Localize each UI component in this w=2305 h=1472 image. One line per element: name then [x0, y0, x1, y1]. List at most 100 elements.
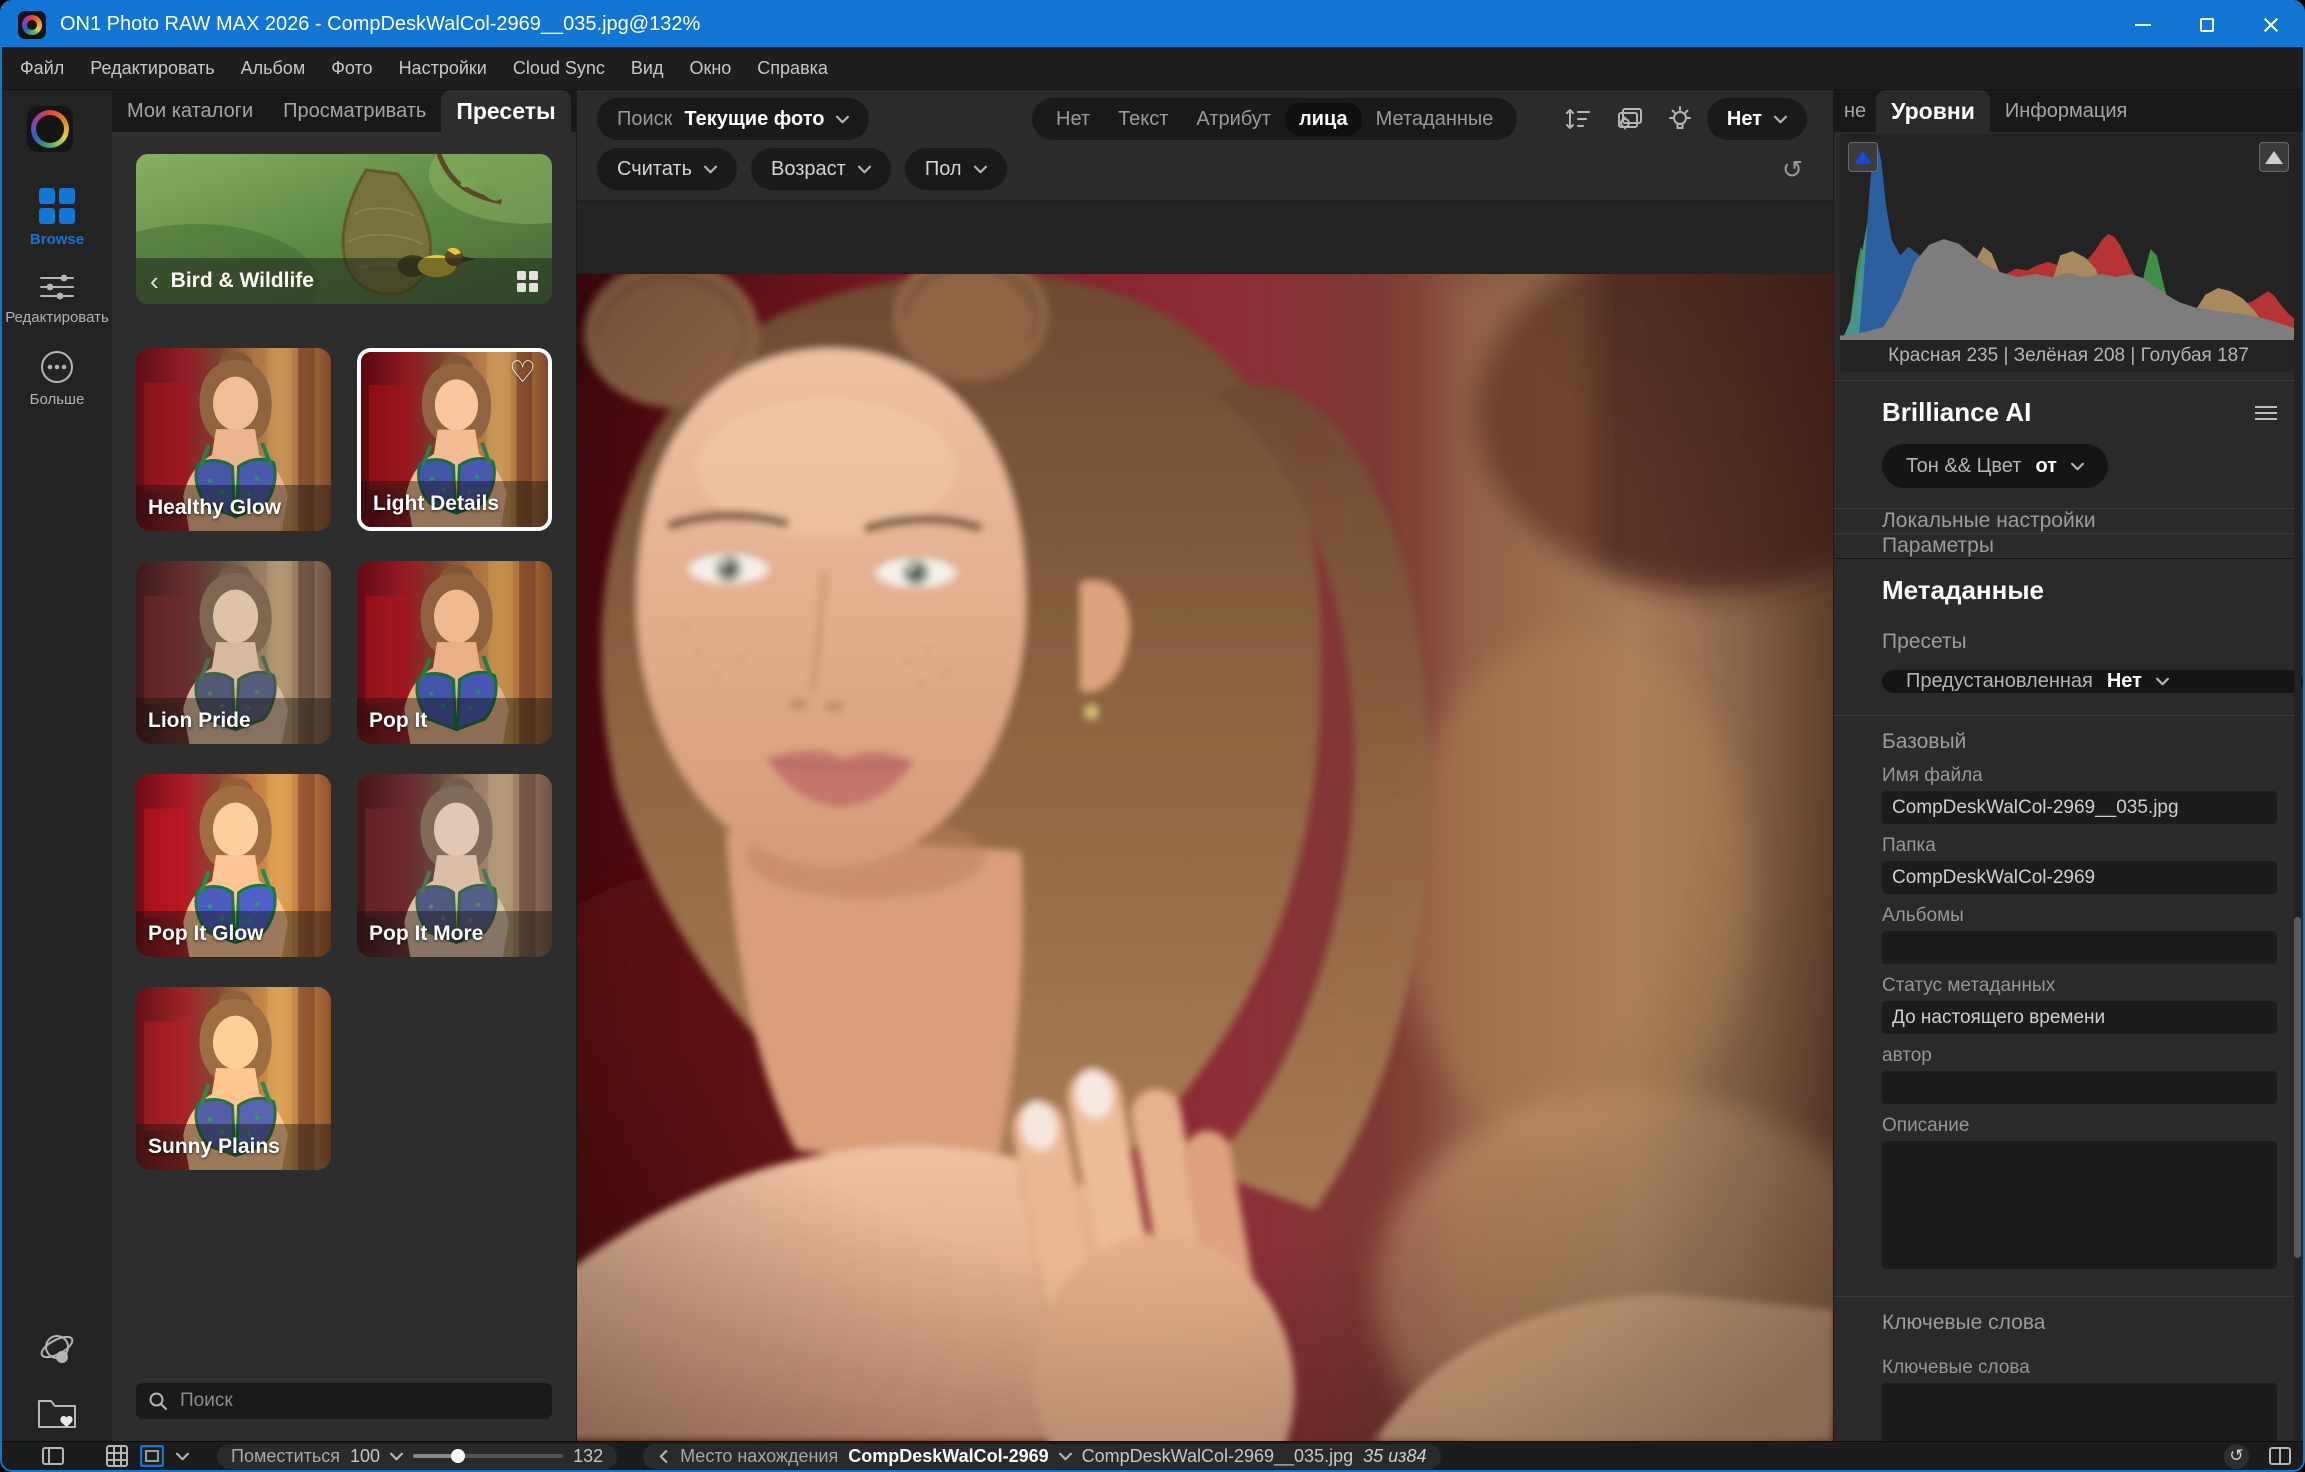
- preset-card-light-details[interactable]: ♡ Light Details: [357, 348, 552, 531]
- tab-truncated[interactable]: не: [1834, 90, 1876, 132]
- sidebar-item-label: Редактировать: [5, 309, 109, 326]
- preset-category-banner[interactable]: ‹ Bird & Wildlife: [136, 154, 552, 304]
- filter-text[interactable]: Текст: [1104, 103, 1182, 136]
- faces-gender-dropdown[interactable]: Пол: [905, 148, 1007, 190]
- window-title: ON1 Photo RAW MAX 2026 - CompDeskWalCol-…: [60, 13, 700, 36]
- filter-attribute[interactable]: Атрибут: [1182, 103, 1285, 136]
- author-input[interactable]: [1882, 1071, 2277, 1104]
- sidebar-item-label: Больше: [30, 391, 85, 408]
- right-panel-tabs: не Уровни Информация: [1834, 90, 2303, 132]
- reset-filters-icon[interactable]: ↺: [1782, 157, 1803, 182]
- shadow-clipping-button[interactable]: [1848, 142, 1878, 172]
- scrollbar-thumb[interactable]: [2294, 917, 2301, 1257]
- batch-settings-icon[interactable]: [1615, 107, 1643, 131]
- field-label: Папка: [1882, 835, 2277, 857]
- metadata-preset-dropdown[interactable]: Предустановленная Нет: [1882, 670, 2303, 693]
- highlight-clipping-button[interactable]: [2259, 142, 2289, 172]
- photo-canvas[interactable]: [577, 201, 1833, 1441]
- heart-icon[interactable]: ♡: [509, 358, 536, 388]
- preset-label: Healthy Glow: [148, 496, 281, 520]
- chevron-down-icon[interactable]: [1059, 1452, 1072, 1461]
- location-folder[interactable]: CompDeskWalCol-2969: [848, 1446, 1048, 1467]
- menu-item-settings[interactable]: Настройки: [399, 58, 487, 79]
- back-chevron-icon[interactable]: ‹: [150, 268, 159, 294]
- preset-search[interactable]: [136, 1383, 552, 1419]
- field-author: автор: [1834, 1034, 2303, 1104]
- sidebar-item-edit[interactable]: Редактировать: [5, 272, 109, 326]
- chevron-down-icon: [836, 115, 849, 124]
- menu-item-view[interactable]: Вид: [631, 58, 664, 79]
- sync-orbit-icon[interactable]: [36, 1329, 78, 1371]
- gender-label: Пол: [925, 158, 962, 181]
- field-keywords: Ключевые слова: [1834, 1335, 2303, 1441]
- preset-card-healthy-glow[interactable]: Healthy Glow: [136, 348, 331, 531]
- panel-toggle-icon[interactable]: [42, 1447, 64, 1465]
- location-label: Место нахождения: [680, 1446, 838, 1467]
- hamburger-menu-icon[interactable]: [2255, 406, 2277, 420]
- albums-input[interactable]: [1882, 931, 2277, 964]
- grid-view-icon[interactable]: [106, 1445, 128, 1467]
- filter-faces[interactable]: лица: [1285, 103, 1362, 136]
- minimize-button[interactable]: [2111, 2, 2175, 47]
- left-panel-tabs: Мои каталоги Просматривать Пресеты: [112, 90, 576, 132]
- tab-levels[interactable]: Уровни: [1876, 90, 1990, 132]
- fit-value[interactable]: 100: [350, 1446, 380, 1467]
- section-parameters[interactable]: Параметры: [1834, 533, 2303, 558]
- zoom-slider[interactable]: [413, 1454, 563, 1458]
- section-local-adjustments[interactable]: Локальные настройки: [1834, 508, 2303, 533]
- filter-metadata[interactable]: Метаданные: [1362, 103, 1508, 136]
- grid-small-icon[interactable]: [517, 271, 538, 292]
- folder-input[interactable]: [1882, 861, 2277, 894]
- preset-filter-dropdown[interactable]: Нет: [1707, 98, 1807, 140]
- close-button[interactable]: [2239, 2, 2303, 47]
- preset-card-lion-pride[interactable]: Lion Pride: [136, 561, 331, 744]
- tab-presets[interactable]: Пресеты: [441, 90, 570, 132]
- menu-item-cloudsync[interactable]: Cloud Sync: [513, 58, 605, 79]
- on1-logo-icon: [18, 11, 46, 39]
- sidebar-item-browse[interactable]: Browse: [30, 188, 84, 248]
- field-folder: Папка: [1834, 824, 2303, 894]
- tab-my-catalogs[interactable]: Мои каталоги: [112, 90, 268, 132]
- lightbulb-icon[interactable]: [1667, 106, 1693, 132]
- sidebar-item-more[interactable]: Больше: [30, 350, 85, 408]
- sort-icon[interactable]: [1565, 107, 1591, 131]
- filter-none[interactable]: Нет: [1042, 103, 1104, 136]
- keywords-textarea[interactable]: [1882, 1383, 2277, 1441]
- back-chevron-icon[interactable]: [659, 1450, 668, 1463]
- menu-item-window[interactable]: Окно: [689, 58, 731, 79]
- folder-heart-icon[interactable]: [35, 1393, 79, 1431]
- preset-card-pop-it-more[interactable]: Pop It More: [357, 774, 552, 957]
- reset-button[interactable]: ↺: [2224, 1444, 2249, 1469]
- faces-count-dropdown[interactable]: Считать: [597, 148, 737, 190]
- menu-item-album[interactable]: Альбом: [241, 58, 306, 79]
- tab-info[interactable]: Информация: [1990, 90, 2142, 132]
- preset-card-pop-it-glow[interactable]: Pop It Glow: [136, 774, 331, 957]
- field-label: Ключевые слова: [1882, 1357, 2277, 1379]
- fit-label[interactable]: Поместиться: [231, 1446, 340, 1467]
- on1-logo-icon: [27, 106, 73, 152]
- search-scope-dropdown[interactable]: Поиск Текущие фото: [597, 98, 869, 140]
- preset-card-pop-it[interactable]: Pop It: [357, 561, 552, 744]
- titlebar: ON1 Photo RAW MAX 2026 - CompDeskWalCol-…: [2, 2, 2303, 47]
- zoom-slider-thumb[interactable]: [451, 1449, 465, 1463]
- menu-item-photo[interactable]: Фото: [331, 58, 372, 79]
- split-view-icon[interactable]: [2269, 1447, 2291, 1465]
- menu-item-edit[interactable]: Редактировать: [90, 58, 214, 79]
- metadata-status-input[interactable]: [1882, 1001, 2277, 1034]
- maximize-button[interactable]: [2175, 2, 2239, 47]
- menu-item-file[interactable]: Файл: [20, 58, 64, 79]
- field-albums: Альбомы: [1834, 894, 2303, 964]
- faces-age-dropdown[interactable]: Возраст: [751, 148, 891, 190]
- tab-browse[interactable]: Просматривать: [268, 90, 441, 132]
- preset-label: Pop It More: [369, 922, 483, 946]
- preset-card-sunny-plains[interactable]: Sunny Plains: [136, 987, 331, 1170]
- menu-item-help[interactable]: Справка: [757, 58, 828, 79]
- description-textarea[interactable]: [1882, 1141, 2277, 1269]
- search-input[interactable]: [178, 1389, 540, 1413]
- detail-view-icon[interactable]: [140, 1445, 164, 1467]
- view-chevron-icon[interactable]: [176, 1452, 189, 1461]
- filename-input[interactable]: [1882, 791, 2277, 824]
- scrollbar[interactable]: [2294, 132, 2301, 1441]
- tone-color-dropdown[interactable]: Тон && Цвет от: [1882, 444, 2108, 488]
- rgb-readout: Красная 235 | Зелёная 208 | Голубая 187: [1840, 340, 2297, 372]
